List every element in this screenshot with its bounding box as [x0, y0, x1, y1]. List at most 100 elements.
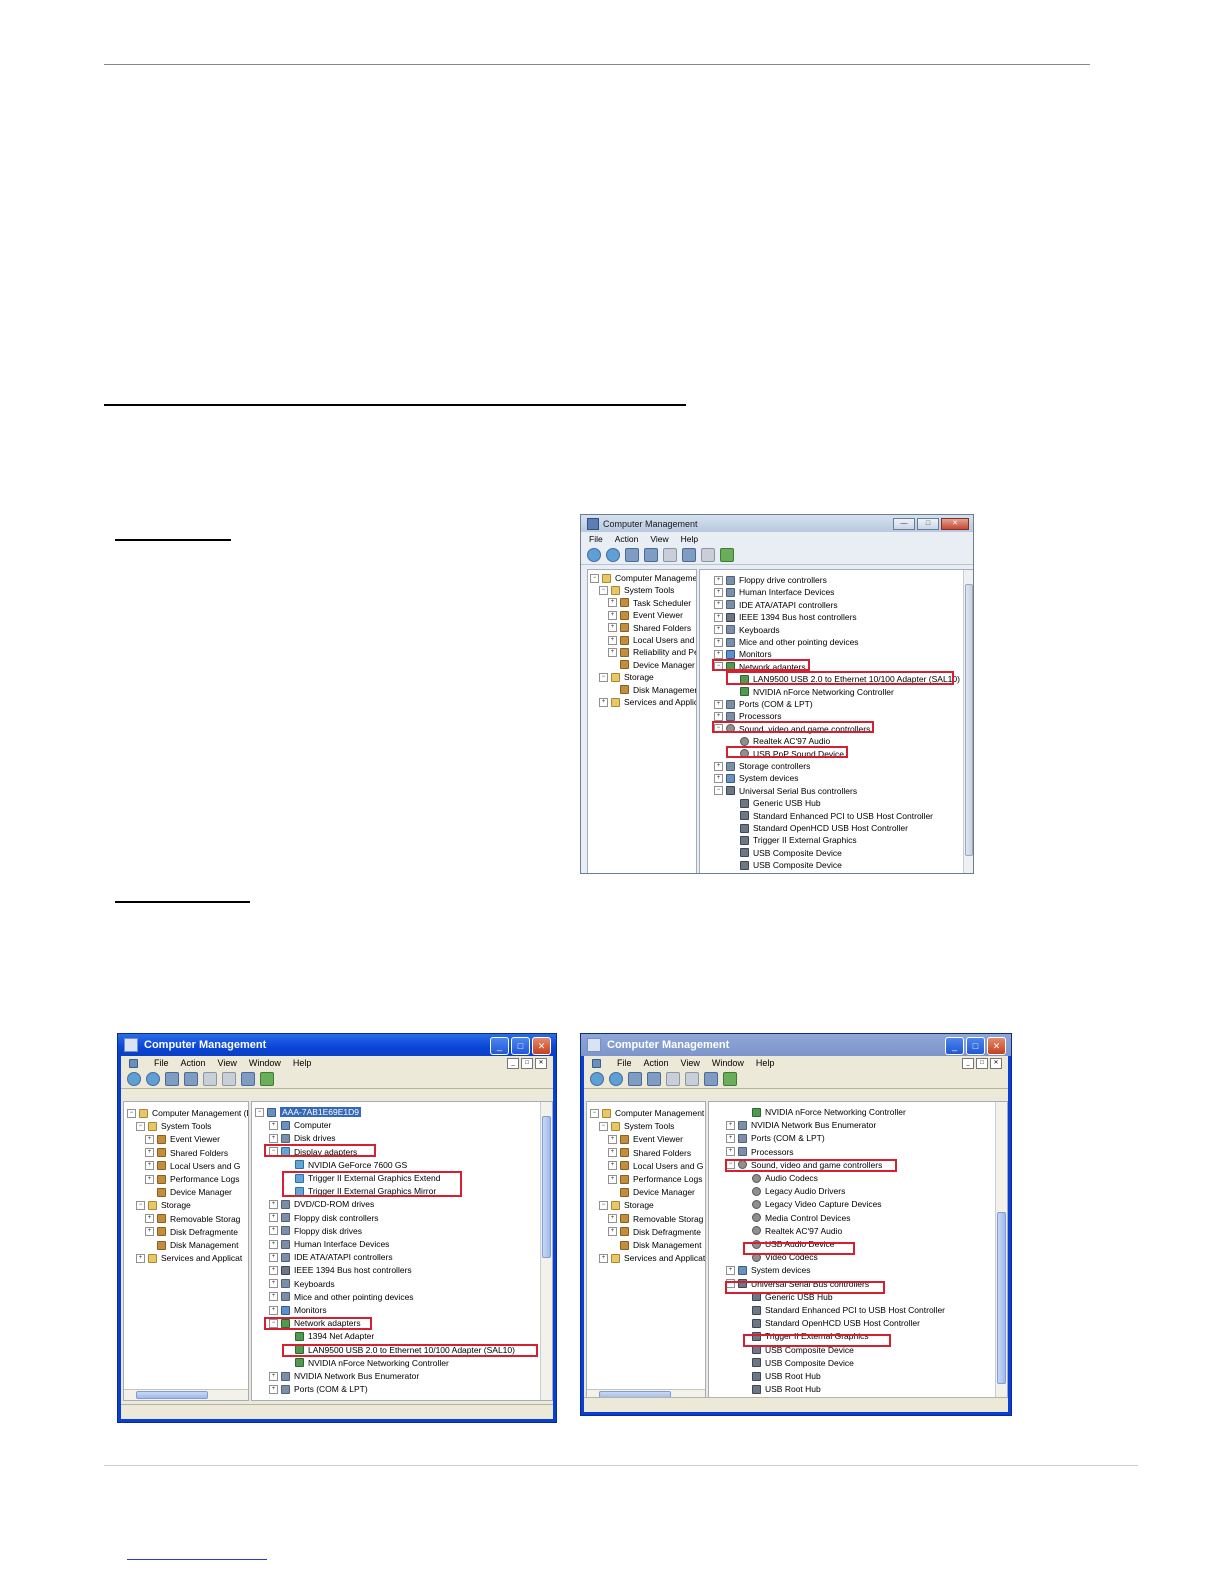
tree-item-system-tools[interactable]: − System Tools — [599, 584, 674, 596]
tree-item-disk-managemen[interactable]: +Disk Managemen — [608, 684, 696, 696]
device-item-disk-drives[interactable]: + Disk drives — [269, 1132, 336, 1144]
menu-view[interactable]: View — [681, 1058, 700, 1068]
help-icon[interactable] — [704, 1072, 718, 1086]
expand-toggle-icon[interactable]: + — [608, 1227, 617, 1237]
expand-toggle-icon[interactable]: + — [145, 1148, 154, 1158]
expand-toggle-icon[interactable]: + — [714, 699, 723, 709]
menu-action[interactable]: Action — [644, 1058, 669, 1068]
minimize-button[interactable]: — — [893, 518, 915, 530]
show-hide-tree-icon[interactable] — [644, 548, 658, 562]
expand-toggle-icon[interactable]: + — [608, 1174, 617, 1184]
menu-action[interactable]: Action — [181, 1058, 206, 1068]
tree-item-task-scheduler[interactable]: + Task Scheduler — [608, 597, 691, 609]
device-item-1394-net-adapter[interactable]: +1394 Net Adapter — [283, 1330, 374, 1342]
tree-item-disk-defragmente[interactable]: + Disk Defragmente — [145, 1226, 238, 1238]
export-list-icon[interactable] — [701, 548, 715, 562]
up-folder-icon[interactable] — [165, 1072, 179, 1086]
device-item-mice-and-other-pointing-devices[interactable]: + Mice and other pointing devices — [269, 1291, 414, 1303]
expand-toggle-icon[interactable]: + — [608, 635, 617, 645]
expand-toggle-icon[interactable]: + — [726, 1265, 735, 1275]
mdi-restore-button[interactable]: □ — [976, 1058, 988, 1069]
expand-toggle-icon[interactable]: + — [136, 1253, 145, 1263]
tree-item-reliability-and-pe[interactable]: + Reliability and Pe — [608, 646, 696, 658]
expand-toggle-icon[interactable]: − — [599, 1121, 608, 1131]
expand-toggle-icon[interactable]: − — [599, 672, 608, 682]
expand-toggle-icon[interactable]: + — [714, 711, 723, 721]
menu-action[interactable]: Action — [615, 534, 639, 544]
tree-item-storage[interactable]: − Storage — [136, 1199, 191, 1211]
expand-toggle-icon[interactable]: + — [714, 600, 723, 610]
properties-icon[interactable] — [663, 548, 677, 562]
expand-toggle-icon[interactable]: + — [269, 1239, 278, 1249]
up-folder-icon[interactable] — [625, 548, 639, 562]
device-item-human-interface-devices[interactable]: + Human Interface Devices — [714, 586, 834, 598]
device-item-legacy-audio-drivers[interactable]: +Legacy Audio Drivers — [740, 1185, 845, 1197]
expand-toggle-icon[interactable]: + — [269, 1133, 278, 1143]
tree-item-computer-management[interactable]: − Computer Management — [590, 572, 696, 584]
tree-item-disk-management[interactable]: +Disk Management — [608, 1239, 702, 1251]
device-item-realtek-ac-97-audio[interactable]: +Realtek AC'97 Audio — [740, 1225, 842, 1237]
expand-toggle-icon[interactable]: + — [714, 637, 723, 647]
expand-toggle-icon[interactable]: + — [726, 1120, 735, 1130]
minimize-button[interactable]: _ — [945, 1037, 964, 1055]
maximize-button[interactable]: □ — [966, 1037, 985, 1055]
mdi-close-button[interactable]: ✕ — [535, 1058, 547, 1069]
menu-window[interactable]: Window — [712, 1058, 744, 1068]
close-button[interactable]: ✕ — [987, 1037, 1006, 1055]
expand-toggle-icon[interactable]: + — [714, 773, 723, 783]
close-button[interactable]: ✕ — [532, 1037, 551, 1055]
tree-item-local-users-and-g[interactable]: + Local Users and G — [145, 1160, 240, 1172]
menu-view[interactable]: View — [218, 1058, 237, 1068]
expand-toggle-icon[interactable]: + — [714, 575, 723, 585]
close-button[interactable]: ✕ — [941, 518, 969, 530]
tree-item-computer-management-l[interactable]: − Computer Management (L — [127, 1107, 248, 1119]
scan-hardware-icon[interactable] — [720, 548, 734, 562]
tree-item-system-tools[interactable]: − System Tools — [136, 1120, 211, 1132]
device-item-usb-composite-device[interactable]: +USB Composite Device — [728, 859, 842, 871]
device-item-standard-openhcd-usb-host-controller[interactable]: +Standard OpenHCD USB Host Controller — [728, 822, 908, 834]
menu-file[interactable]: File — [589, 534, 603, 544]
device-item-floppy-disk-controllers[interactable]: + Floppy disk controllers — [269, 1212, 379, 1224]
expand-toggle-icon[interactable]: − — [590, 573, 599, 583]
device-item-storage-controllers[interactable]: + Storage controllers — [714, 760, 810, 772]
expand-toggle-icon[interactable]: + — [726, 1147, 735, 1157]
tree-item-shared-folders[interactable]: + Shared Folders — [145, 1147, 228, 1159]
device-item-standard-enhanced-pci-to-usb-host-controller[interactable]: +Standard Enhanced PCI to USB Host Contr… — [740, 1304, 945, 1316]
device-item-ports-com-lpt[interactable]: + Ports (COM & LPT) — [726, 1132, 825, 1144]
tree-item-device-manager[interactable]: +Device Manager — [145, 1186, 232, 1198]
tree-item-performance-logs[interactable]: + Performance Logs — [608, 1173, 702, 1185]
tree-item-event-viewer[interactable]: + Event Viewer — [608, 1133, 683, 1145]
device-item-nvidia-nforce-networking-controller[interactable]: +NVIDIA nForce Networking Controller — [728, 686, 894, 698]
scrollbar-thumb[interactable] — [136, 1391, 208, 1399]
expand-toggle-icon[interactable]: + — [269, 1371, 278, 1381]
expand-toggle-icon[interactable]: + — [269, 1120, 278, 1130]
expand-toggle-icon[interactable]: + — [599, 1253, 608, 1263]
expand-toggle-icon[interactable]: + — [145, 1134, 154, 1144]
expand-toggle-icon[interactable]: + — [145, 1161, 154, 1171]
expand-toggle-icon[interactable]: + — [145, 1214, 154, 1224]
device-item-ports-com-lpt[interactable]: + Ports (COM & LPT) — [269, 1383, 368, 1395]
tree-item-removable-storag[interactable]: + Removable Storag — [608, 1213, 703, 1225]
expand-toggle-icon[interactable]: − — [714, 786, 723, 796]
tree-item-event-viewer[interactable]: + Event Viewer — [608, 609, 683, 621]
device-item-ide-ata-atapi-controllers[interactable]: + IDE ATA/ATAPI controllers — [269, 1251, 393, 1263]
menu-file[interactable]: File — [617, 1058, 632, 1068]
expand-toggle-icon[interactable]: + — [269, 1213, 278, 1223]
device-item-ieee-1394-bus-host-controllers[interactable]: + IEEE 1394 Bus host controllers — [269, 1264, 412, 1276]
up-folder-icon[interactable] — [628, 1072, 642, 1086]
expand-toggle-icon[interactable]: + — [608, 1161, 617, 1171]
expand-toggle-icon[interactable]: + — [269, 1252, 278, 1262]
expand-toggle-icon[interactable]: − — [599, 585, 608, 595]
tree-item-performance-logs[interactable]: + Performance Logs — [145, 1173, 239, 1185]
vertical-scrollbar[interactable] — [540, 1102, 552, 1400]
menu-file[interactable]: File — [154, 1058, 169, 1068]
expand-toggle-icon[interactable]: + — [269, 1292, 278, 1302]
expand-toggle-icon[interactable]: − — [590, 1108, 599, 1118]
back-arrow-icon[interactable] — [127, 1072, 141, 1086]
tree-item-storage[interactable]: − Storage — [599, 1199, 654, 1211]
device-item-aaa-7ab1e69e1d9[interactable]: − AAA-7AB1E69E1D9 — [255, 1106, 362, 1118]
print-icon[interactable] — [666, 1072, 680, 1086]
expand-toggle-icon[interactable]: + — [608, 623, 617, 633]
device-item-keyboards[interactable]: + Keyboards — [269, 1278, 335, 1290]
tree-item-services-and-applicat[interactable]: + Services and Applicat — [599, 696, 696, 708]
